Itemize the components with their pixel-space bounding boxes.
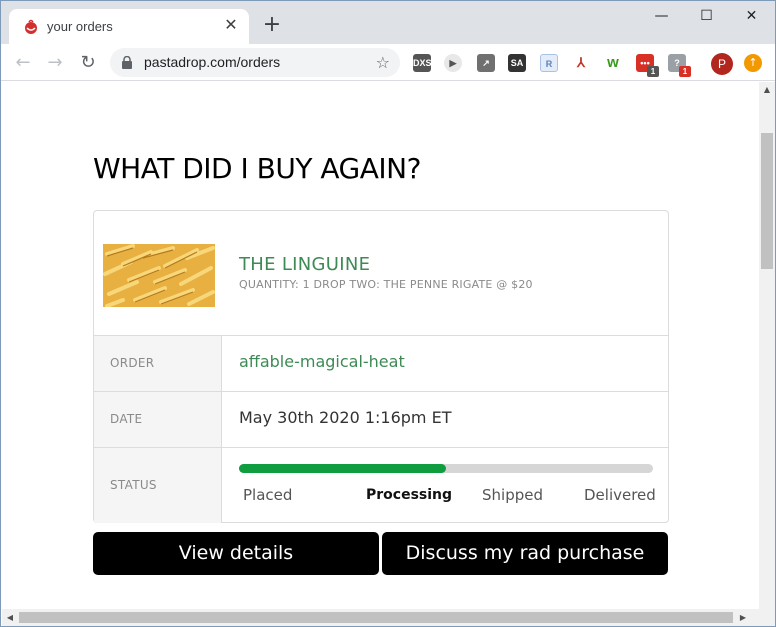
url-text: pastadrop.com/orders	[144, 54, 281, 70]
lock-icon	[122, 56, 132, 69]
date-row: DATE May 30th 2020 1:16pm ET	[94, 392, 668, 448]
badge-count: 1	[679, 66, 691, 77]
vertical-scroll-thumb[interactable]	[761, 133, 773, 269]
date-label: DATE	[110, 412, 143, 426]
stage-shipped: Shipped	[482, 486, 543, 504]
product-subtitle: QUANTITY: 1 DROP TWO: THE PENNE RIGATE @…	[239, 278, 533, 291]
help-icon[interactable]: ? 1	[668, 54, 691, 77]
maximize-button[interactable]: ☐	[684, 5, 729, 27]
vertical-scrollbar[interactable]: ▲	[759, 82, 775, 609]
pasta-product-image	[103, 244, 215, 307]
horizontal-scrollbar[interactable]: ◀ ▶	[2, 609, 775, 626]
reload-button[interactable]: ↻	[75, 50, 101, 76]
ext-label: SA	[510, 58, 524, 68]
address-bar[interactable]: pastadrop.com/orders ☆	[110, 48, 400, 77]
calendar-icon[interactable]: ••• 1	[636, 54, 659, 77]
status-row: STATUS Placed Processing Shipped Deliver…	[94, 448, 668, 523]
status-label-cell: STATUS	[94, 448, 222, 523]
ext-label: w	[607, 54, 619, 71]
ext-label: DXS	[413, 58, 432, 68]
chart-icon[interactable]: ↗	[477, 54, 495, 72]
w-icon[interactable]: w	[604, 54, 622, 72]
browser-toolbar: ← → ↻ pastadrop.com/orders ☆ DXS ▶ ↗ SA …	[1, 44, 775, 81]
update-arrow-icon[interactable]: ↑	[744, 54, 762, 72]
page-title: WHAT DID I BUY AGAIN?	[93, 152, 421, 185]
stage-placed: Placed	[243, 486, 293, 504]
bookmark-star-icon[interactable]: ☆	[376, 53, 390, 72]
sa-icon[interactable]: SA	[508, 54, 526, 72]
back-button[interactable]: ←	[10, 50, 36, 76]
status-progress-bar	[239, 464, 653, 473]
order-date: May 30th 2020 1:16pm ET	[239, 408, 452, 427]
forward-button[interactable]: →	[42, 50, 68, 76]
minimize-button[interactable]: —	[639, 5, 684, 27]
product-name: THE LINGUINE	[239, 254, 371, 275]
status-progress-fill	[239, 464, 446, 473]
discuss-purchase-button[interactable]: Discuss my rad purchase	[382, 532, 668, 575]
scroll-up-icon[interactable]: ▲	[759, 82, 775, 98]
order-label-cell: ORDER	[94, 336, 222, 391]
stage-delivered: Delivered	[584, 486, 656, 504]
order-row: ORDER affable-magical-heat	[94, 336, 668, 392]
order-card: THE LINGUINE QUANTITY: 1 DROP TWO: THE P…	[93, 210, 669, 523]
profile-avatar[interactable]: P	[711, 53, 733, 75]
tab-your-orders[interactable]: your orders ✕	[9, 9, 249, 44]
browser-window: your orders ✕ + — ☐ ✕ ← → ↻ pastadrop.co…	[0, 0, 776, 627]
horizontal-scroll-thumb[interactable]	[19, 612, 733, 623]
new-tab-button[interactable]: +	[260, 13, 284, 37]
badge-count: 1	[647, 66, 659, 77]
tab-strip: your orders ✕ + — ☐ ✕	[1, 1, 775, 44]
tab-title: your orders	[47, 19, 113, 34]
dxs-icon[interactable]: DXS	[413, 54, 432, 72]
pdf-icon[interactable]: ⅄	[572, 54, 590, 72]
close-icon[interactable]: ✕	[221, 15, 241, 35]
date-label-cell: DATE	[94, 392, 222, 447]
order-id-link[interactable]: affable-magical-heat	[239, 352, 405, 371]
scroll-right-icon[interactable]: ▶	[735, 609, 751, 626]
media-icon[interactable]: ▶	[444, 54, 462, 72]
product-row: THE LINGUINE QUANTITY: 1 DROP TWO: THE P…	[94, 211, 668, 336]
status-label: STATUS	[110, 478, 157, 492]
pasta-logo-icon	[25, 19, 37, 34]
r-icon[interactable]: R	[540, 54, 558, 72]
scroll-left-icon[interactable]: ◀	[2, 609, 18, 626]
window-close-button[interactable]: ✕	[729, 5, 774, 27]
view-details-button[interactable]: View details	[93, 532, 379, 575]
page-viewport: WHAT DID I BUY AGAIN? THE LINGUINE QUANT…	[2, 82, 759, 609]
order-label: ORDER	[110, 356, 155, 370]
stage-processing: Processing	[366, 487, 453, 503]
ext-label: R	[545, 59, 553, 69]
